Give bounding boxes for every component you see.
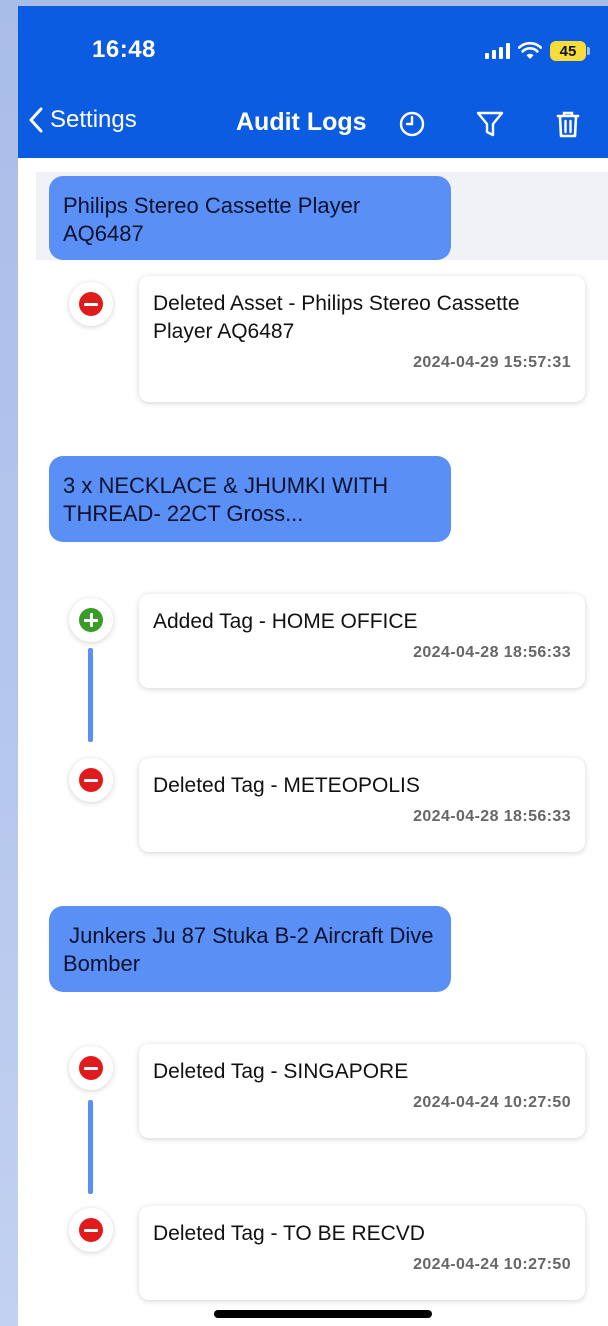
log-entry-timestamp: 2024-04-24 10:27:50 (413, 1094, 571, 1111)
log-entry-text: Deleted Tag - SINGAPORE (153, 1060, 409, 1083)
wifi-icon (518, 42, 542, 59)
log-entry-card[interactable]: Added Tag - HOME OFFICE 2024-04-28 18:56… (139, 594, 585, 688)
deleted-marker (69, 758, 113, 802)
chevron-left-icon (29, 107, 43, 133)
minus-circle-icon (79, 768, 103, 792)
log-entry-text: Deleted Tag - METEOPOLIS (153, 774, 420, 797)
trash-icon[interactable] (552, 108, 584, 140)
clock-icon[interactable] (396, 108, 428, 140)
back-label: Settings (50, 106, 137, 133)
log-entry-card[interactable]: Deleted Tag - TO BE RECVD 2024-04-24 10:… (139, 1206, 585, 1300)
asset-title-bubble[interactable]: Philips Stereo Cassette Player AQ6487 (49, 176, 451, 260)
nav-bar: Settings Audit Logs (18, 104, 608, 144)
log-entry-card[interactable]: Deleted Asset - Philips Stereo Cassette … (139, 276, 585, 402)
log-entry-timestamp: 2024-04-24 10:27:50 (413, 1256, 571, 1273)
status-time: 16:48 (92, 36, 156, 63)
signal-icon (485, 43, 510, 59)
filter-icon[interactable] (474, 108, 506, 140)
log-entry-text: Added Tag - HOME OFFICE (153, 610, 418, 633)
minus-circle-icon (79, 1056, 103, 1080)
log-entry-timestamp: 2024-04-28 18:56:33 (413, 808, 571, 825)
minus-circle-icon (79, 1218, 103, 1242)
status-icons: 45 (485, 40, 590, 62)
deleted-marker (69, 1208, 113, 1252)
added-marker (69, 598, 113, 642)
phone-screen: 16:48 45 Settings Audit Logs Philips Ste… (18, 6, 608, 1326)
log-entry-text: Deleted Tag - TO BE RECVD (153, 1222, 425, 1245)
asset-title-bubble[interactable]: Junkers Ju 87 Stuka B-2 Aircraft Dive Bo… (49, 906, 451, 992)
battery-icon: 45 (550, 41, 590, 61)
deleted-marker (69, 1046, 113, 1090)
log-entry-card[interactable]: Deleted Tag - METEOPOLIS 2024-04-28 18:5… (139, 758, 585, 852)
asset-title-bubble[interactable]: 3 x NECKLACE & JHUMKI WITH THREAD- 22CT … (49, 456, 451, 542)
log-entry-timestamp: 2024-04-28 18:56:33 (413, 644, 571, 661)
log-entry-timestamp: 2024-04-29 15:57:31 (413, 354, 571, 371)
minus-circle-icon (79, 292, 103, 316)
left-frame (0, 0, 18, 1326)
log-entry-text: Deleted Asset - Philips Stereo Cassette … (153, 292, 520, 343)
page-title: Audit Logs (236, 108, 367, 136)
timeline-connector (88, 648, 93, 742)
deleted-marker (69, 282, 113, 326)
app-header: 16:48 45 Settings Audit Logs (18, 6, 608, 158)
timeline-connector (88, 1100, 93, 1194)
home-indicator (214, 1310, 432, 1318)
log-entry-card[interactable]: Deleted Tag - SINGAPORE 2024-04-24 10:27… (139, 1044, 585, 1138)
back-button[interactable]: Settings (28, 106, 137, 134)
plus-circle-icon (79, 608, 103, 632)
